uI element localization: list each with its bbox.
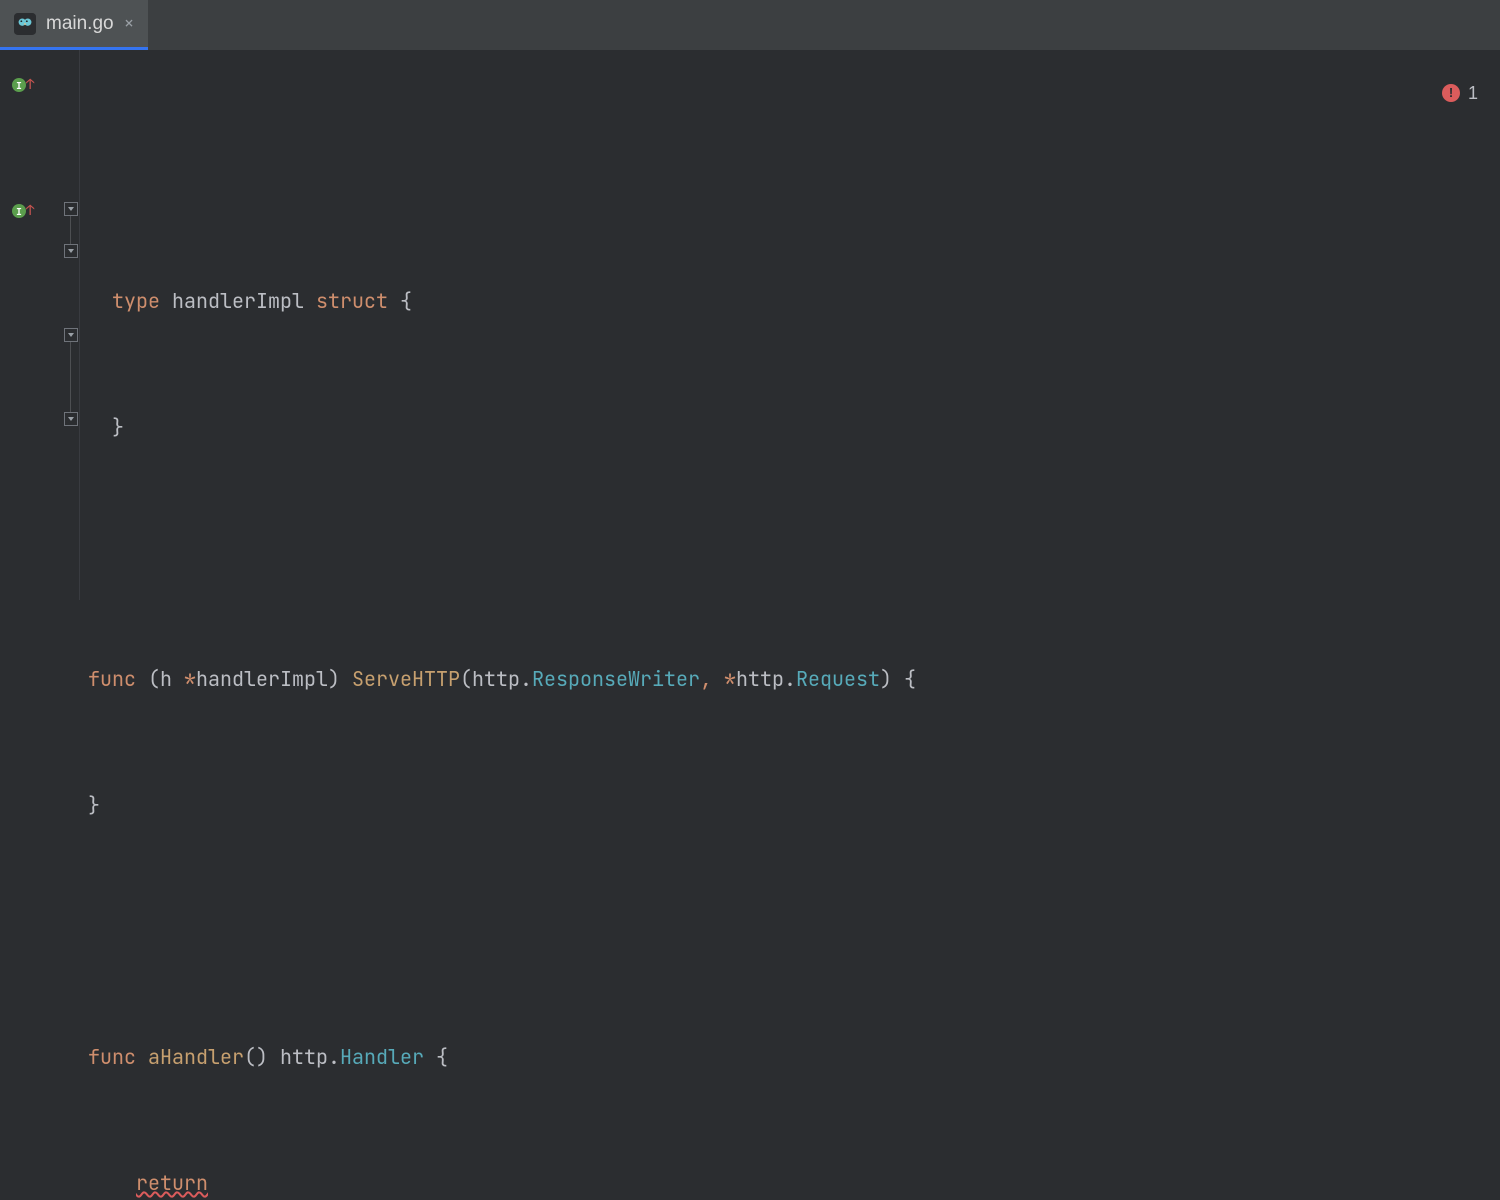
error-indicator[interactable]: ! 1 <box>1442 72 1478 114</box>
up-arrow-icon: ↑ <box>26 76 34 94</box>
impl-icon: I <box>12 78 26 92</box>
tab-filename: main.go <box>46 13 114 35</box>
fold-toggle[interactable] <box>64 328 78 342</box>
fold-line <box>70 342 71 412</box>
fold-line <box>70 216 71 244</box>
code-line[interactable] <box>88 910 1500 952</box>
editor-tab-main-go[interactable]: main.go × <box>0 0 148 50</box>
code-line[interactable] <box>88 532 1500 574</box>
error-count: 1 <box>1468 72 1478 114</box>
code-line[interactable]: func aHandler() http.Handler { <box>88 1036 1500 1078</box>
close-icon[interactable]: × <box>124 12 135 35</box>
error-icon: ! <box>1442 84 1460 102</box>
implements-marker[interactable]: I ↑ <box>12 202 34 220</box>
impl-icon: I <box>12 204 26 218</box>
code-line[interactable]: func (h *handlerImpl) ServeHTTP(http.Res… <box>88 658 1500 700</box>
implements-marker[interactable]: I ↑ <box>12 76 34 94</box>
code-area[interactable]: ! 1 type handlerImpl struct { } func (h … <box>80 50 1500 600</box>
code-line[interactable]: return <box>88 1162 1500 1200</box>
fold-toggle[interactable] <box>64 244 78 258</box>
error-token-return[interactable]: return <box>136 1162 208 1200</box>
fold-toggle[interactable] <box>64 202 78 216</box>
code-line[interactable]: type handlerImpl struct { <box>88 280 1500 322</box>
editor: I ↑ I ↑ ! 1 type handlerImpl struct { } … <box>0 50 1500 600</box>
go-file-icon <box>14 13 36 35</box>
gutter[interactable]: I ↑ I ↑ <box>0 50 80 600</box>
code-line[interactable]: } <box>88 784 1500 826</box>
fold-toggle[interactable] <box>64 412 78 426</box>
tab-bar: main.go × <box>0 0 1500 50</box>
up-arrow-icon: ↑ <box>26 202 34 220</box>
code-line[interactable]: } <box>88 406 1500 448</box>
